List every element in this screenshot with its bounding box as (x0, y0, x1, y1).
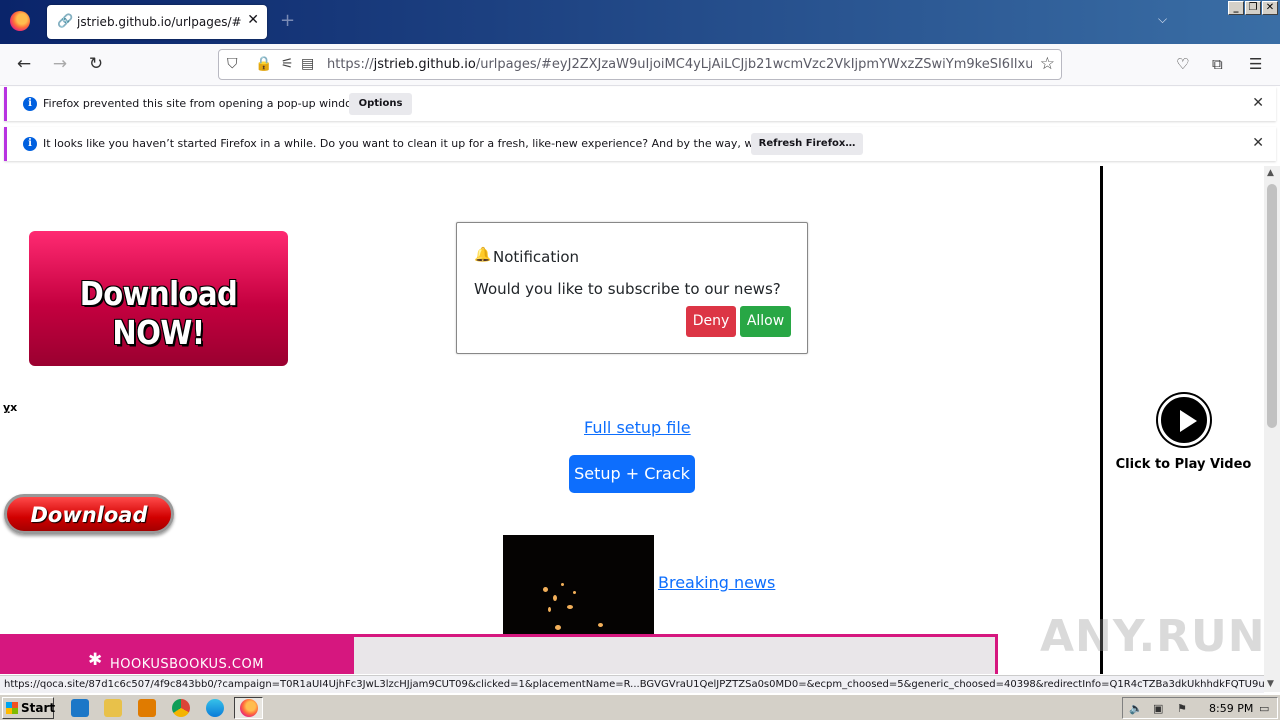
thumbnail-detail (555, 625, 561, 630)
firefox-logo-icon[interactable] (10, 11, 30, 31)
options-button[interactable]: Options (349, 93, 412, 115)
reload-icon[interactable]: ↻ (85, 54, 107, 74)
lock-icon[interactable]: 🔒 (255, 56, 272, 72)
thumbnail-detail (561, 583, 564, 586)
info-icon: i (23, 137, 37, 151)
forward-arrow-icon[interactable]: → (49, 54, 71, 74)
scroll-up-icon[interactable]: ▲ (1267, 168, 1274, 178)
link-icon: 🔗 (57, 14, 74, 29)
firefox-icon (240, 699, 258, 717)
thumbnail-detail (598, 623, 603, 627)
chrome-icon[interactable] (172, 699, 190, 717)
info-icon: i (23, 97, 37, 111)
watermark: ANY.RUN (1040, 611, 1264, 662)
menu-icon[interactable]: ☰ (1249, 55, 1262, 73)
download-button-ad[interactable]: Download (4, 494, 174, 534)
full-setup-link[interactable]: Full setup file (584, 418, 691, 437)
setup-crack-button[interactable]: Setup + Crack (569, 455, 695, 493)
brand-logo-icon: ✱ (88, 650, 103, 670)
small-ad-close[interactable]: ỵx (3, 401, 17, 414)
page-icon[interactable]: ▤ (301, 56, 314, 72)
scroll-down-icon[interactable]: ▼ (1267, 679, 1274, 689)
url-path: /urlpages/#eyJ2ZXJzaW9uIjoiMC4yLjAiLCJjb… (475, 57, 1032, 72)
vertical-scrollbar[interactable]: ▲ ▼ (1264, 166, 1280, 692)
new-tab-icon[interactable]: + (280, 10, 295, 31)
deny-button[interactable]: Deny (686, 306, 736, 337)
extensions-icon[interactable]: ⧉ (1212, 55, 1223, 73)
thumbnail-detail (553, 595, 557, 601)
popup-blocked-infobar: i Firefox prevented this site from openi… (4, 87, 1276, 121)
thumbnail-detail (573, 591, 576, 594)
close-icon[interactable]: ✕ (1252, 135, 1264, 151)
scroll-thumb[interactable] (1267, 184, 1277, 428)
taskbar: Start 🔈 ▣ ⚑ 8:59 PM ▭ (0, 694, 1280, 720)
folder-icon[interactable] (104, 699, 122, 717)
chevron-down-icon[interactable]: ⌵ (1158, 12, 1167, 27)
permissions-icon[interactable]: ⚟ (281, 56, 294, 72)
refresh-firefox-infobar: i It looks like you haven’t started Fire… (4, 127, 1276, 161)
banner-brand-area: ✱ HOOKUSBOOKUS.COM (0, 637, 354, 674)
video-sidebar-ad: Click to Play Video (1100, 166, 1264, 674)
breaking-news-link[interactable]: Breaking news (658, 573, 775, 592)
tab-active[interactable]: 🔗 jstrieb.github.io/urlpages/#eyJ2Z ✕ (47, 5, 267, 39)
tab-title: jstrieb.github.io/urlpages/#eyJ2Z (77, 15, 242, 29)
bottom-banner-ad[interactable]: ✱ HOOKUSBOOKUS.COM (0, 634, 998, 674)
internet-explorer-icon[interactable] (71, 699, 89, 717)
infobar-message: It looks like you haven’t started Firefo… (43, 137, 828, 150)
thumbnail-detail (548, 607, 551, 612)
news-thumbnail[interactable] (503, 535, 654, 645)
refresh-firefox-button[interactable]: Refresh Firefox… (751, 133, 863, 155)
minimize-button[interactable]: _ (1228, 1, 1244, 15)
download-now-ad[interactable]: Download NOW! (29, 231, 288, 366)
url-host: jstrieb.github.io (373, 57, 476, 72)
download-pill-label: Download (30, 503, 148, 527)
url-prefix: https:// (327, 57, 374, 72)
flag-icon[interactable]: ⚑ (1177, 702, 1187, 715)
edge-icon[interactable] (206, 699, 224, 717)
banner-brand: HOOKUSBOOKUS.COM (110, 657, 264, 672)
tab-close-icon[interactable]: ✕ (247, 12, 259, 28)
play-icon[interactable] (1158, 394, 1210, 446)
volume-icon[interactable]: 🔈 (1129, 702, 1143, 715)
media-player-icon[interactable] (138, 699, 156, 717)
start-button[interactable]: Start (2, 697, 55, 719)
firefox-taskbar-button[interactable] (234, 697, 263, 719)
back-arrow-icon[interactable]: ← (13, 54, 35, 74)
allow-button[interactable]: Allow (740, 306, 791, 337)
thumbnail-detail (543, 587, 548, 592)
thumbnail-detail (567, 605, 573, 609)
clock: 8:59 PM (1209, 702, 1254, 715)
notification-title: Notification (493, 248, 580, 266)
system-tray: 🔈 ▣ ⚑ 8:59 PM ▭ (1122, 697, 1278, 719)
notification-dialog: 🔔 Notification Would you like to subscri… (456, 222, 808, 354)
url-text[interactable]: https://jstrieb.github.io/urlpages/#eyJ2… (327, 57, 1032, 72)
show-desktop-icon[interactable]: ▭ (1259, 702, 1269, 715)
infobar-message: Firefox prevented this site from opening… (43, 97, 364, 110)
shield-icon[interactable]: ⛉ (227, 56, 238, 72)
close-window-button[interactable]: ✕ (1262, 1, 1278, 15)
banner-content (354, 637, 995, 674)
network-icon[interactable]: ▣ (1153, 702, 1163, 715)
close-icon[interactable]: ✕ (1252, 95, 1264, 111)
restore-button[interactable]: ❐ (1245, 1, 1261, 15)
status-url: https://qoca.site/87d1c6c507/4f9c843bb0/… (0, 675, 1264, 693)
download-now-label: Download NOW! (79, 273, 238, 353)
bell-icon: 🔔 (474, 247, 492, 263)
play-video-label[interactable]: Click to Play Video (1103, 457, 1264, 472)
navigation-bar: ← → ↻ ⛉ 🔒 ⚟ ▤ https://jstrieb.github.io/… (0, 44, 1280, 86)
notification-message: Would you like to subscribe to our news? (474, 280, 781, 298)
pocket-icon[interactable]: ♡ (1176, 55, 1189, 73)
bookmark-star-icon[interactable]: ☆ (1040, 54, 1055, 74)
title-bar: 🔗 jstrieb.github.io/urlpages/#eyJ2Z ✕ + … (0, 0, 1280, 44)
web-page: Download NOW! ỵx Download 🔔 Notification… (0, 166, 1264, 674)
url-bar[interactable]: ⛉ 🔒 ⚟ ▤ https://jstrieb.github.io/urlpag… (218, 49, 1062, 80)
